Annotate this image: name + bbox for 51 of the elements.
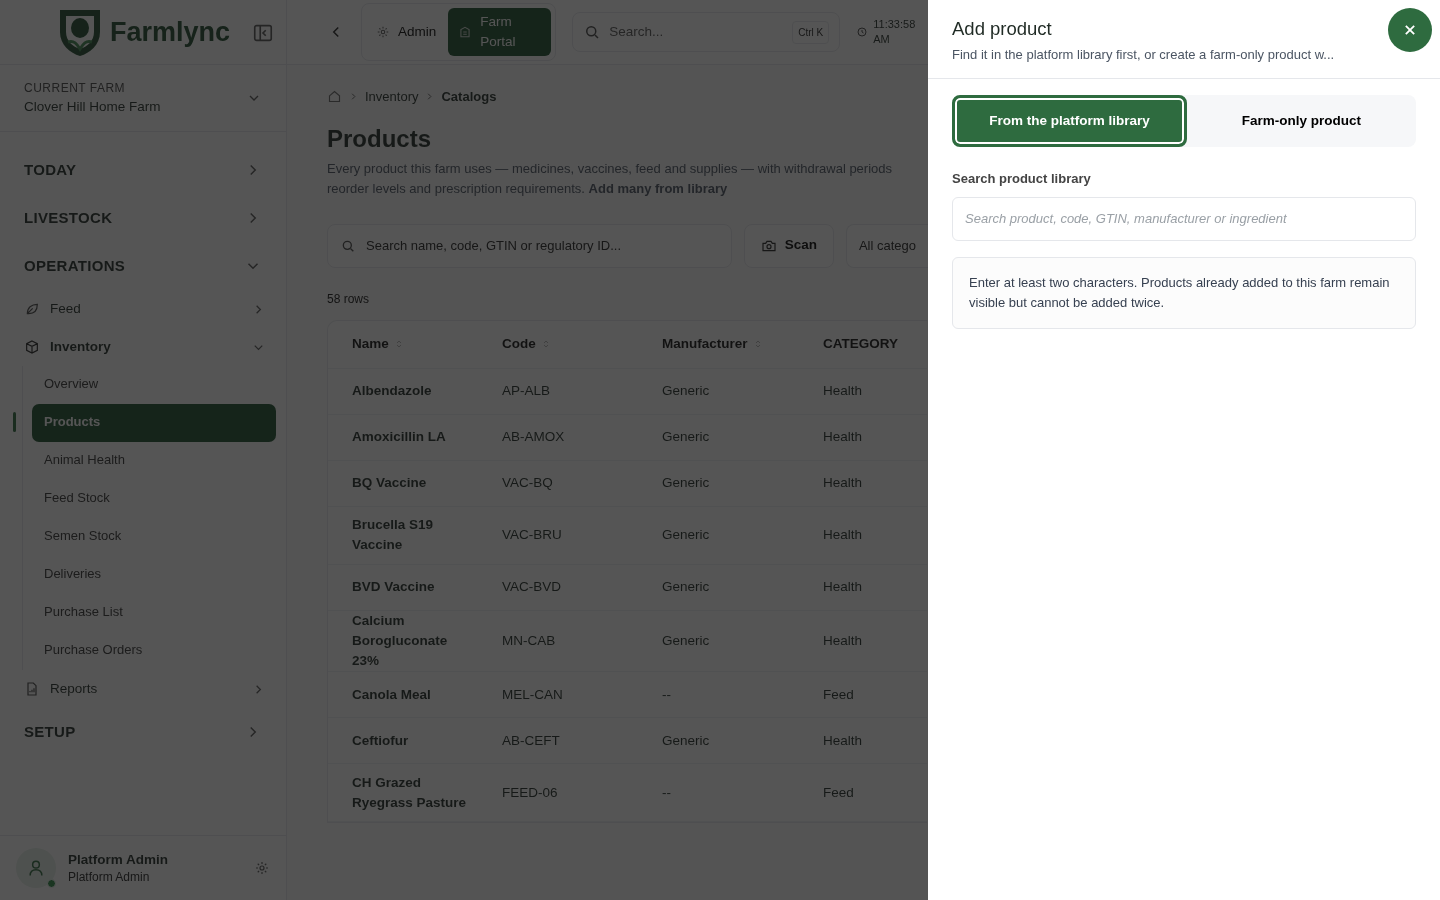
table-cell-text: Feed — [822, 685, 855, 704]
user-name: Platform Admin — [68, 850, 168, 869]
table-cell-text: Generic — [661, 731, 711, 750]
table-cell-text: Health — [822, 525, 864, 544]
user-role: Platform Admin — [68, 869, 151, 886]
table-cell-text: Albendazole — [351, 381, 433, 400]
table-cell-text: -- — [661, 783, 672, 802]
table-cell-text: Health — [822, 631, 864, 650]
mode-tab[interactable]: Farm-only product — [1187, 95, 1416, 147]
drawer-title: Add product — [952, 18, 1052, 41]
table-cell-text: Brucella S19 Vaccine — [351, 515, 435, 555]
table-cell-text: MN-CAB — [501, 631, 557, 650]
table-cell-text: VAC-BVD — [501, 577, 562, 596]
table-cell-text: VAC-BRU — [501, 525, 563, 544]
table-cell-text: BVD Vaccine — [351, 577, 436, 596]
table-cell-text: Feed — [822, 783, 855, 802]
close-button[interactable] — [1388, 8, 1432, 52]
mode-tab[interactable]: From the platform library — [952, 95, 1187, 147]
table-cell-text: Health — [822, 731, 864, 750]
table-cell-text: Calcium Borogluconate 23% — [351, 611, 449, 671]
table-cell-text: FEED-06 — [501, 783, 559, 802]
table-cell-text: Health — [822, 381, 864, 400]
breadcrumb-current: Catalogs — [441, 88, 497, 106]
table-cell-text: VAC-BQ — [501, 473, 554, 492]
table-cell-text: Generic — [661, 381, 711, 400]
table-cell-text: Amoxicillin LA — [351, 427, 447, 446]
table-cell-text: Canola Meal — [351, 685, 432, 704]
table-cell-text: Health — [822, 427, 864, 446]
table-cell-text: AB-AMOX — [501, 427, 566, 446]
clock-time: 11:33:58 AM — [873, 17, 917, 47]
table-cell-text: CH Grazed Ryegrass Pasture — [351, 773, 468, 812]
table-cell-text: Generic — [661, 631, 711, 650]
page-title: Products — [327, 124, 432, 154]
table-cell-text: Generic — [661, 473, 711, 492]
table-cell-text: -- — [661, 685, 672, 704]
library-search-field[interactable]: Search product, code, GTIN, manufacturer or ingredient — [952, 196, 1416, 241]
table-cell-text: Generic — [661, 525, 711, 544]
table-cell-text: AP-ALB — [501, 381, 552, 400]
hint-text: Enter at least two characters. Products already added to this farm remain visible but cannot be added twice. — [952, 256, 1416, 329]
table-cell-text: Generic — [661, 427, 711, 446]
table-cell-text: MEL-CAN — [501, 685, 564, 704]
table-cell-text: Ceftiofur — [351, 731, 410, 750]
table-cell-text: BQ Vaccine — [351, 473, 428, 492]
drawer-subtitle: Find it in the platform library first, or create a farm-only product w... — [952, 45, 1336, 64]
logo-text: Farmlync — [109, 15, 231, 49]
row-count: 58 rows — [327, 290, 371, 308]
table-cell-text: Generic — [661, 577, 711, 596]
table-cell-text: Health — [822, 577, 864, 596]
table-cell-text: Health — [822, 473, 864, 492]
field-label: Search product library — [952, 170, 1092, 188]
table-cell-text: AB-CEFT — [501, 731, 561, 750]
